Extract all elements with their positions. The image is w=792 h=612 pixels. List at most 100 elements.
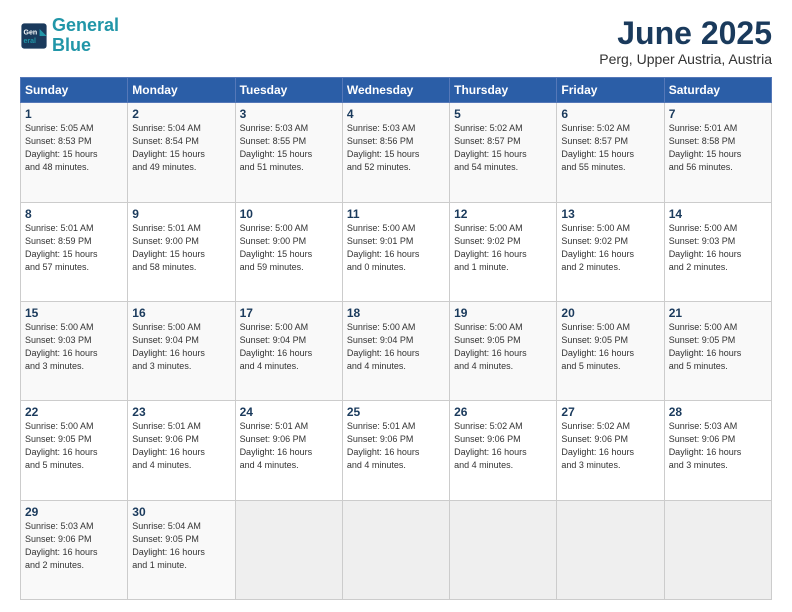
day-number: 26 xyxy=(454,405,552,419)
col-thursday: Thursday xyxy=(450,78,557,103)
day-info: Sunrise: 5:00 AM Sunset: 9:04 PM Dayligh… xyxy=(132,321,230,373)
logo: Gen eral GeneralBlue xyxy=(20,16,119,56)
day-info: Sunrise: 5:00 AM Sunset: 9:05 PM Dayligh… xyxy=(25,420,123,472)
calendar-cell-w5-d6 xyxy=(664,500,771,599)
calendar-cell-w3-d5: 20Sunrise: 5:00 AM Sunset: 9:05 PM Dayli… xyxy=(557,301,664,400)
day-info: Sunrise: 5:02 AM Sunset: 8:57 PM Dayligh… xyxy=(561,122,659,174)
day-info: Sunrise: 5:00 AM Sunset: 9:05 PM Dayligh… xyxy=(561,321,659,373)
day-info: Sunrise: 5:00 AM Sunset: 9:03 PM Dayligh… xyxy=(669,222,767,274)
logo-icon: Gen eral xyxy=(20,22,48,50)
calendar-cell-w5-d5 xyxy=(557,500,664,599)
logo-text: GeneralBlue xyxy=(52,16,119,56)
calendar-cell-w1-d5: 6Sunrise: 5:02 AM Sunset: 8:57 PM Daylig… xyxy=(557,103,664,202)
day-info: Sunrise: 5:00 AM Sunset: 9:03 PM Dayligh… xyxy=(25,321,123,373)
day-info: Sunrise: 5:02 AM Sunset: 8:57 PM Dayligh… xyxy=(454,122,552,174)
calendar-cell-w2-d0: 8Sunrise: 5:01 AM Sunset: 8:59 PM Daylig… xyxy=(21,202,128,301)
day-number: 14 xyxy=(669,207,767,221)
day-info: Sunrise: 5:01 AM Sunset: 9:06 PM Dayligh… xyxy=(347,420,445,472)
day-info: Sunrise: 5:00 AM Sunset: 9:00 PM Dayligh… xyxy=(240,222,338,274)
day-number: 2 xyxy=(132,107,230,121)
calendar-cell-w1-d1: 2Sunrise: 5:04 AM Sunset: 8:54 PM Daylig… xyxy=(128,103,235,202)
day-number: 5 xyxy=(454,107,552,121)
calendar-week-4: 22Sunrise: 5:00 AM Sunset: 9:05 PM Dayli… xyxy=(21,401,772,500)
day-info: Sunrise: 5:03 AM Sunset: 8:55 PM Dayligh… xyxy=(240,122,338,174)
col-friday: Friday xyxy=(557,78,664,103)
col-tuesday: Tuesday xyxy=(235,78,342,103)
day-number: 13 xyxy=(561,207,659,221)
svg-text:Gen: Gen xyxy=(24,29,38,36)
calendar-cell-w5-d1: 30Sunrise: 5:04 AM Sunset: 9:05 PM Dayli… xyxy=(128,500,235,599)
calendar-week-1: 1Sunrise: 5:05 AM Sunset: 8:53 PM Daylig… xyxy=(21,103,772,202)
day-number: 9 xyxy=(132,207,230,221)
calendar-cell-w1-d0: 1Sunrise: 5:05 AM Sunset: 8:53 PM Daylig… xyxy=(21,103,128,202)
day-number: 10 xyxy=(240,207,338,221)
calendar-cell-w4-d3: 25Sunrise: 5:01 AM Sunset: 9:06 PM Dayli… xyxy=(342,401,449,500)
title-block: June 2025 Perg, Upper Austria, Austria xyxy=(599,16,772,67)
calendar-cell-w3-d3: 18Sunrise: 5:00 AM Sunset: 9:04 PM Dayli… xyxy=(342,301,449,400)
day-info: Sunrise: 5:01 AM Sunset: 8:58 PM Dayligh… xyxy=(669,122,767,174)
day-number: 3 xyxy=(240,107,338,121)
calendar-title: June 2025 xyxy=(599,16,772,51)
day-number: 7 xyxy=(669,107,767,121)
col-wednesday: Wednesday xyxy=(342,78,449,103)
day-info: Sunrise: 5:03 AM Sunset: 9:06 PM Dayligh… xyxy=(25,520,123,572)
day-number: 22 xyxy=(25,405,123,419)
day-number: 1 xyxy=(25,107,123,121)
day-info: Sunrise: 5:04 AM Sunset: 9:05 PM Dayligh… xyxy=(132,520,230,572)
calendar-cell-w4-d0: 22Sunrise: 5:00 AM Sunset: 9:05 PM Dayli… xyxy=(21,401,128,500)
day-number: 29 xyxy=(25,505,123,519)
calendar-cell-w3-d2: 17Sunrise: 5:00 AM Sunset: 9:04 PM Dayli… xyxy=(235,301,342,400)
day-info: Sunrise: 5:01 AM Sunset: 9:00 PM Dayligh… xyxy=(132,222,230,274)
day-number: 6 xyxy=(561,107,659,121)
day-number: 30 xyxy=(132,505,230,519)
day-number: 20 xyxy=(561,306,659,320)
svg-text:eral: eral xyxy=(24,38,37,45)
calendar-cell-w3-d4: 19Sunrise: 5:00 AM Sunset: 9:05 PM Dayli… xyxy=(450,301,557,400)
day-info: Sunrise: 5:00 AM Sunset: 9:02 PM Dayligh… xyxy=(454,222,552,274)
calendar-cell-w2-d1: 9Sunrise: 5:01 AM Sunset: 9:00 PM Daylig… xyxy=(128,202,235,301)
day-number: 17 xyxy=(240,306,338,320)
day-info: Sunrise: 5:00 AM Sunset: 9:05 PM Dayligh… xyxy=(454,321,552,373)
day-number: 27 xyxy=(561,405,659,419)
calendar-cell-w2-d6: 14Sunrise: 5:00 AM Sunset: 9:03 PM Dayli… xyxy=(664,202,771,301)
day-info: Sunrise: 5:02 AM Sunset: 9:06 PM Dayligh… xyxy=(454,420,552,472)
calendar-cell-w1-d2: 3Sunrise: 5:03 AM Sunset: 8:55 PM Daylig… xyxy=(235,103,342,202)
calendar-cell-w2-d3: 11Sunrise: 5:00 AM Sunset: 9:01 PM Dayli… xyxy=(342,202,449,301)
day-info: Sunrise: 5:01 AM Sunset: 9:06 PM Dayligh… xyxy=(132,420,230,472)
day-number: 23 xyxy=(132,405,230,419)
calendar-table: Sunday Monday Tuesday Wednesday Thursday… xyxy=(20,77,772,600)
calendar-cell-w5-d4 xyxy=(450,500,557,599)
calendar-cell-w4-d5: 27Sunrise: 5:02 AM Sunset: 9:06 PM Dayli… xyxy=(557,401,664,500)
calendar-cell-w5-d0: 29Sunrise: 5:03 AM Sunset: 9:06 PM Dayli… xyxy=(21,500,128,599)
day-info: Sunrise: 5:05 AM Sunset: 8:53 PM Dayligh… xyxy=(25,122,123,174)
calendar-cell-w1-d3: 4Sunrise: 5:03 AM Sunset: 8:56 PM Daylig… xyxy=(342,103,449,202)
calendar-cell-w4-d4: 26Sunrise: 5:02 AM Sunset: 9:06 PM Dayli… xyxy=(450,401,557,500)
calendar-cell-w3-d0: 15Sunrise: 5:00 AM Sunset: 9:03 PM Dayli… xyxy=(21,301,128,400)
calendar-cell-w1-d6: 7Sunrise: 5:01 AM Sunset: 8:58 PM Daylig… xyxy=(664,103,771,202)
calendar-week-5: 29Sunrise: 5:03 AM Sunset: 9:06 PM Dayli… xyxy=(21,500,772,599)
day-info: Sunrise: 5:00 AM Sunset: 9:02 PM Dayligh… xyxy=(561,222,659,274)
day-number: 11 xyxy=(347,207,445,221)
day-info: Sunrise: 5:04 AM Sunset: 8:54 PM Dayligh… xyxy=(132,122,230,174)
calendar-cell-w3-d1: 16Sunrise: 5:00 AM Sunset: 9:04 PM Dayli… xyxy=(128,301,235,400)
col-monday: Monday xyxy=(128,78,235,103)
day-number: 25 xyxy=(347,405,445,419)
day-number: 16 xyxy=(132,306,230,320)
header: Gen eral GeneralBlue June 2025 Perg, Upp… xyxy=(20,16,772,67)
day-number: 8 xyxy=(25,207,123,221)
day-info: Sunrise: 5:03 AM Sunset: 9:06 PM Dayligh… xyxy=(669,420,767,472)
day-number: 4 xyxy=(347,107,445,121)
day-info: Sunrise: 5:02 AM Sunset: 9:06 PM Dayligh… xyxy=(561,420,659,472)
day-info: Sunrise: 5:01 AM Sunset: 8:59 PM Dayligh… xyxy=(25,222,123,274)
day-info: Sunrise: 5:00 AM Sunset: 9:05 PM Dayligh… xyxy=(669,321,767,373)
calendar-cell-w2-d5: 13Sunrise: 5:00 AM Sunset: 9:02 PM Dayli… xyxy=(557,202,664,301)
calendar-cell-w5-d2 xyxy=(235,500,342,599)
calendar-cell-w4-d1: 23Sunrise: 5:01 AM Sunset: 9:06 PM Dayli… xyxy=(128,401,235,500)
calendar-cell-w5-d3 xyxy=(342,500,449,599)
day-number: 24 xyxy=(240,405,338,419)
calendar-cell-w3-d6: 21Sunrise: 5:00 AM Sunset: 9:05 PM Dayli… xyxy=(664,301,771,400)
day-number: 19 xyxy=(454,306,552,320)
day-number: 15 xyxy=(25,306,123,320)
day-number: 12 xyxy=(454,207,552,221)
day-info: Sunrise: 5:00 AM Sunset: 9:04 PM Dayligh… xyxy=(240,321,338,373)
